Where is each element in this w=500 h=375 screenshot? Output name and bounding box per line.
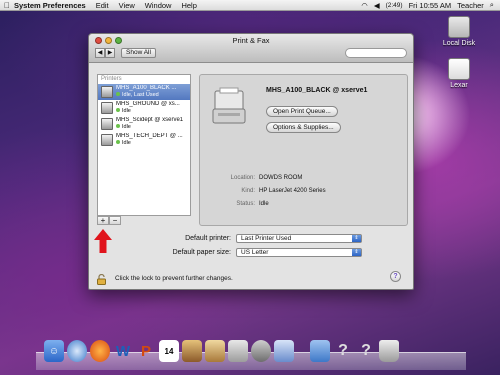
printer-icon bbox=[101, 118, 113, 130]
safari-icon[interactable] bbox=[67, 340, 87, 362]
printer-name: MHS_TECH_DEPT @ ... bbox=[116, 133, 183, 139]
printer-item[interactable]: MHS_TECH_DEPT @ ... Idle bbox=[98, 132, 190, 148]
menu-app-name[interactable]: System Preferences bbox=[14, 1, 86, 10]
printer-icon bbox=[101, 102, 113, 114]
add-remove-buttons: + − bbox=[97, 216, 121, 225]
firefox-icon[interactable] bbox=[90, 340, 110, 362]
window-titlebar[interactable]: Print & Fax ◀ ▶ Show All bbox=[89, 34, 413, 63]
back-forward-control: ◀ ▶ bbox=[95, 48, 115, 58]
preview-icon[interactable] bbox=[274, 340, 294, 362]
printer-item[interactable]: MHS_Scidept @ xserve1 Idle bbox=[98, 116, 190, 132]
print-fax-window: Print & Fax ◀ ▶ Show All Printers MHS_A1… bbox=[88, 33, 414, 290]
default-printer-value: Last Printer Used bbox=[241, 235, 292, 242]
popup-arrows-icon: ⇕ bbox=[352, 249, 361, 256]
printer-name: MHS_Scidept @ xserve1 bbox=[116, 117, 184, 123]
spotlight-icon[interactable]: ⌕ bbox=[490, 0, 494, 10]
printer-title: MHS_A100_BLACK @ xserve1 bbox=[266, 87, 368, 94]
usb-drive-icon bbox=[448, 58, 470, 80]
desktop-icon-label: Lexar bbox=[450, 82, 468, 89]
default-printer-row: Default printer: Last Printer Used ⇕ bbox=[89, 234, 415, 243]
menu-view[interactable]: View bbox=[119, 1, 135, 10]
printers-header: Printers bbox=[101, 76, 122, 82]
location-row: Location: DOWDS ROOM bbox=[200, 175, 409, 181]
printer-name: MHS_GROUND @ xs... bbox=[116, 101, 180, 107]
options-supplies-button[interactable]: Options & Supplies... bbox=[266, 122, 341, 133]
desktop-icon-local-disk[interactable]: Local Disk bbox=[437, 16, 481, 47]
kind-label: Kind: bbox=[241, 188, 255, 194]
printer-status: Idle, Last Used bbox=[122, 92, 159, 98]
show-all-button[interactable]: Show All bbox=[121, 48, 156, 58]
default-paper-row: Default paper size: US Letter ⇕ bbox=[89, 248, 415, 257]
status-dot-icon bbox=[116, 124, 120, 128]
apple-logo-icon[interactable]:  bbox=[0, 1, 14, 10]
popup-arrows-icon: ⇕ bbox=[352, 235, 361, 242]
printer-icon bbox=[101, 134, 113, 146]
volume-icon[interactable]: ◀ bbox=[374, 1, 380, 10]
menu-extras: ◠ ◀ (2:49) Fri 10:55 AM Teacher ⌕ bbox=[361, 0, 500, 10]
iphoto-icon[interactable] bbox=[182, 340, 202, 362]
system-preferences-icon[interactable] bbox=[251, 340, 271, 362]
desktop-icon-label: Local Disk bbox=[442, 40, 476, 47]
back-button[interactable]: ◀ bbox=[95, 48, 105, 58]
hard-drive-icon bbox=[448, 16, 470, 38]
printer-icon bbox=[101, 86, 113, 98]
menu-edit[interactable]: Edit bbox=[96, 1, 109, 10]
red-arrow-annotation bbox=[94, 229, 112, 253]
default-paper-value: US Letter bbox=[241, 249, 269, 256]
help-button[interactable]: ? bbox=[390, 271, 401, 282]
dock-separator bbox=[297, 340, 307, 362]
menu-help[interactable]: Help bbox=[181, 1, 196, 10]
default-paper-select[interactable]: US Letter ⇕ bbox=[236, 248, 362, 257]
location-label: Location: bbox=[230, 175, 255, 181]
wifi-icon[interactable]: ◠ bbox=[361, 1, 368, 10]
open-print-queue-button[interactable]: Open Print Queue... bbox=[266, 106, 338, 117]
printer-item[interactable]: MHS_A100_BLACK ... Idle, Last Used bbox=[98, 84, 190, 100]
status-dot-icon bbox=[116, 108, 120, 112]
status-dot-icon bbox=[116, 140, 120, 144]
status-label: Status: bbox=[236, 201, 255, 207]
clock[interactable]: Fri 10:55 AM bbox=[409, 1, 452, 10]
user-name[interactable]: Teacher bbox=[457, 1, 484, 10]
dock: ☺ W P 14 ? ? bbox=[44, 340, 399, 362]
window-title: Print & Fax bbox=[232, 36, 270, 45]
printer-name: MHS_A100_BLACK ... bbox=[116, 85, 177, 91]
printer-list: Printers MHS_A100_BLACK ... Idle, Last U… bbox=[97, 74, 191, 216]
status-row: Status: Idle bbox=[200, 201, 409, 207]
word-icon[interactable]: W bbox=[113, 340, 133, 362]
forward-button[interactable]: ▶ bbox=[105, 48, 115, 58]
lock-icon[interactable] bbox=[97, 274, 106, 285]
powerpoint-icon[interactable]: P bbox=[136, 340, 156, 362]
desktop-icon-lexar[interactable]: Lexar bbox=[437, 58, 481, 89]
finder-icon[interactable]: ☺ bbox=[44, 340, 64, 362]
default-printer-select[interactable]: Last Printer Used ⇕ bbox=[236, 234, 362, 243]
status-value: Idle bbox=[259, 201, 269, 207]
applications-folder-icon[interactable] bbox=[310, 340, 330, 362]
kind-value: HP LaserJet 4200 Series bbox=[259, 188, 326, 194]
calculator-icon[interactable] bbox=[228, 340, 248, 362]
menu-window[interactable]: Window bbox=[145, 1, 172, 10]
location-value: DOWDS ROOM bbox=[259, 175, 303, 181]
ical-icon[interactable]: 14 bbox=[159, 340, 179, 362]
lock-message: Click the lock to prevent further change… bbox=[115, 275, 233, 282]
search-field[interactable] bbox=[345, 48, 407, 58]
menu-bar:  System Preferences Edit View Window He… bbox=[0, 0, 500, 11]
printer-status: Idle bbox=[122, 124, 131, 130]
kind-row: Kind: HP LaserJet 4200 Series bbox=[200, 188, 409, 194]
printer-detail-pane: MHS_A100_BLACK @ xserve1 Open Print Queu… bbox=[199, 74, 408, 226]
printer-status: Idle bbox=[122, 108, 131, 114]
photo-booth-icon[interactable] bbox=[205, 340, 225, 362]
printer-item[interactable]: MHS_GROUND @ xs... Idle bbox=[98, 100, 190, 116]
battery-status[interactable]: (2:49) bbox=[386, 2, 403, 9]
add-printer-button[interactable]: + bbox=[97, 216, 109, 225]
printer-large-icon bbox=[212, 87, 246, 124]
unknown-app-icon[interactable]: ? bbox=[333, 340, 353, 362]
status-dot-icon bbox=[116, 92, 120, 96]
trash-icon[interactable] bbox=[379, 340, 399, 362]
printer-status: Idle bbox=[122, 140, 131, 146]
unknown-app-icon[interactable]: ? bbox=[356, 340, 376, 362]
remove-printer-button[interactable]: − bbox=[109, 216, 121, 225]
